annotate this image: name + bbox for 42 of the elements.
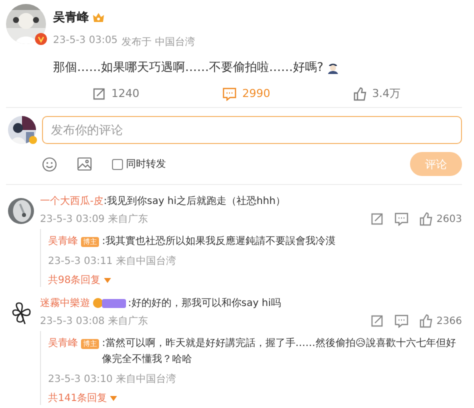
comment-icon[interactable] bbox=[394, 314, 409, 328]
comment-icon[interactable] bbox=[222, 86, 238, 100]
post-like-button[interactable]: 3.4万 bbox=[353, 86, 401, 101]
like-button[interactable]: 2603 bbox=[418, 212, 462, 226]
comment-time: 23-5-3 03:08 来自广东 bbox=[40, 314, 148, 328]
more-replies-link[interactable]: 共98条回复 bbox=[48, 273, 111, 287]
author-name[interactable]: 吴青峰 bbox=[53, 8, 89, 26]
post-comment-button[interactable]: 2990 bbox=[222, 86, 270, 101]
comment-text: :好的好的，那我可以和你say hi吗 bbox=[128, 298, 281, 309]
verified-badge-icon bbox=[29, 136, 37, 144]
comment-text: :我见到你say hi之后就跑走（社恐hhh） bbox=[104, 196, 286, 207]
reply-time: 23-5-3 03:10 来自中国台湾 bbox=[48, 372, 177, 386]
caret-icon bbox=[110, 396, 118, 400]
comment-icon[interactable] bbox=[394, 212, 409, 226]
share-icon[interactable] bbox=[370, 212, 384, 226]
post-time[interactable]: 23-5-3 03:05 bbox=[53, 35, 118, 49]
thumbs-up-icon[interactable] bbox=[418, 314, 433, 328]
share-icon[interactable] bbox=[92, 86, 106, 100]
comment-input-field[interactable]: 发布你的评论 bbox=[42, 116, 462, 144]
reply-time: 23-5-3 03:11 来自中国台湾 bbox=[48, 254, 177, 268]
share-icon[interactable] bbox=[370, 314, 384, 328]
more-replies-link[interactable]: 共141条回复 bbox=[48, 391, 118, 405]
post-share-button[interactable]: 1240 bbox=[92, 86, 140, 101]
thumbs-up-icon[interactable] bbox=[418, 212, 433, 226]
thumbs-up-icon[interactable] bbox=[353, 86, 368, 100]
replier-name[interactable]: 吴青峰 bbox=[48, 336, 78, 352]
commenter-name[interactable]: 迷霧中樂遊 bbox=[40, 298, 90, 309]
post-text: 那個……如果哪天巧遇啊……不要偷拍啦……好嗎? bbox=[53, 59, 324, 76]
reply-text: :當然可以啊，昨天就是好好講完話，握了手……然後偷拍😥說喜歡十六七年但好像完全不懂我？哈哈 bbox=[102, 336, 457, 367]
post-location: 发布于 中国台湾 bbox=[122, 36, 195, 49]
like-button[interactable]: 2366 bbox=[418, 314, 462, 328]
replier-name[interactable]: 吴青峰 bbox=[48, 234, 78, 250]
verified-badge-icon bbox=[35, 33, 47, 45]
commenter-name[interactable]: 一个大西瓜-皮 bbox=[40, 196, 104, 207]
reply-text: :我其實也社恐所以如果我反應遲鈍請不要誤會我冷漠 bbox=[102, 234, 336, 249]
caret-icon bbox=[104, 278, 111, 282]
image-icon[interactable] bbox=[77, 157, 92, 171]
repost-checkbox[interactable] bbox=[112, 158, 123, 170]
repost-label: 同时转发 bbox=[126, 158, 166, 171]
emoji-icon[interactable] bbox=[42, 156, 57, 172]
comment-time: 23-5-3 03:09 来自广东 bbox=[40, 212, 148, 226]
crown-icon bbox=[92, 11, 105, 23]
